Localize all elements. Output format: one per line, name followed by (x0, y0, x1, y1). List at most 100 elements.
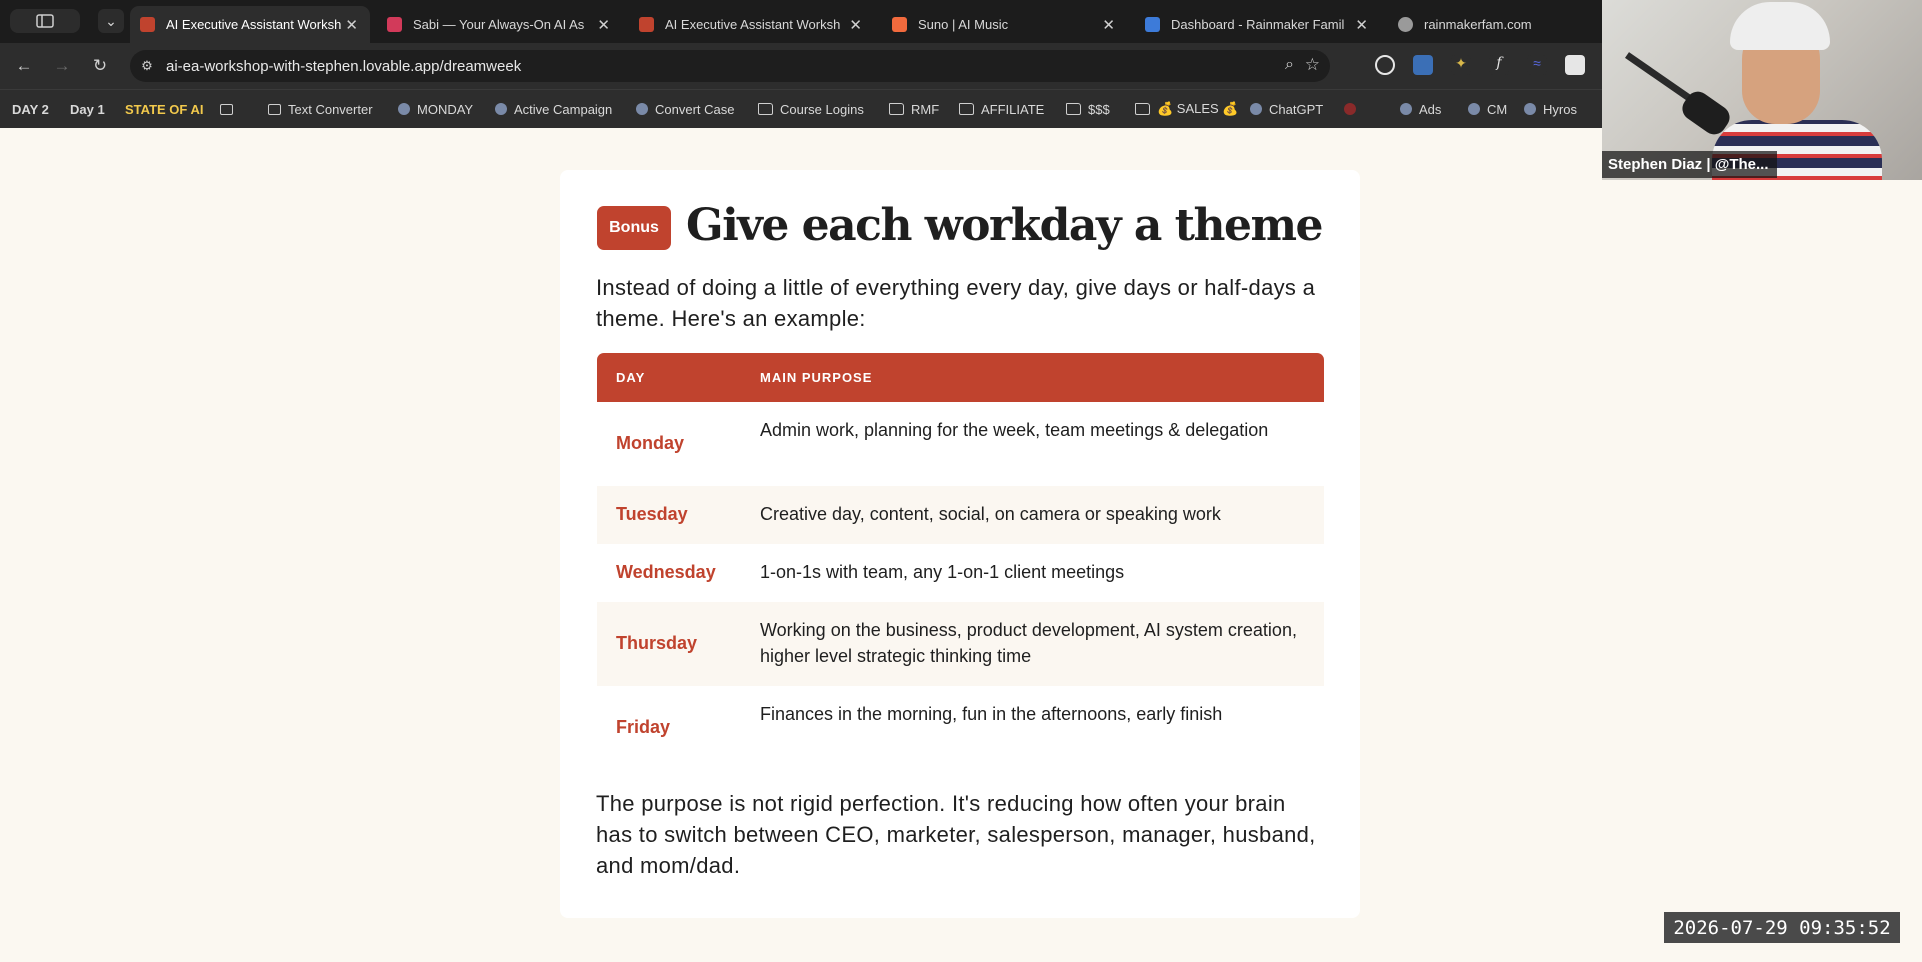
case-icon (636, 103, 648, 115)
zoom-icon[interactable]: ⌕ (1285, 56, 1294, 74)
tab-close-icon[interactable]: ✕ (597, 16, 610, 34)
bookmark-item[interactable]: Ads (1400, 99, 1441, 119)
bookmark-item[interactable]: Hyros (1524, 99, 1577, 119)
arrow-left-icon: ← (15, 56, 33, 75)
bookmark-label: Text Converter (288, 101, 373, 117)
bookmark-label: MONDAY (417, 101, 474, 117)
tab-favicon-icon (892, 17, 907, 32)
folder-icon (889, 103, 904, 115)
chevron-down-icon: ⌄ (105, 12, 117, 29)
tab-favicon-icon (387, 17, 402, 32)
arrow-right-icon: → (53, 56, 71, 75)
purpose-cell: Creative day, content, social, on camera… (760, 504, 1221, 524)
presenter-name: Stephen Diaz | @The... (1608, 156, 1769, 173)
browser-tab[interactable]: rainmakerfam.com (1388, 6, 1598, 43)
tab-favicon-icon (1145, 17, 1160, 32)
purpose-cell: 1-on-1s with team, any 1-on-1 client mee… (760, 562, 1125, 582)
bookmark-item[interactable]: ChatGPT (1250, 99, 1323, 119)
extension-screen-icon[interactable] (1413, 55, 1433, 75)
tab-close-icon[interactable]: ✕ (1355, 16, 1368, 34)
timestamp-overlay: 2026-07-29 09:35:52 (1664, 912, 1900, 943)
column-header-day: DAY (616, 370, 646, 385)
monday-icon (398, 103, 410, 115)
browser-tab[interactable]: AI Executive Assistant Worksh ✕ (130, 6, 370, 43)
bookmark-item[interactable]: Convert Case (636, 99, 734, 119)
url-text[interactable]: ai-ea-workshop-with-stephen.lovable.app/… (166, 58, 521, 75)
bookmark-label: ChatGPT (1269, 101, 1324, 117)
person-cap (1730, 2, 1830, 50)
bonus-badge: Bonus (597, 206, 671, 250)
day-cell: Tuesday (616, 504, 688, 524)
extension-wave-icon[interactable]: ≈ (1527, 55, 1547, 75)
tab-close-icon[interactable]: ✕ (849, 16, 862, 34)
bookmark-label: RMF (911, 101, 940, 117)
tab-title: AI Executive Assistant Worksh (665, 17, 840, 32)
purpose-cell: Working on the business, product develop… (760, 620, 1297, 666)
grid-icon (220, 103, 233, 115)
webcam-overlay: Stephen Diaz | @The... (1602, 0, 1922, 180)
bookmark-item[interactable]: Text Converter (268, 99, 373, 119)
bookmark-item[interactable]: Course Logins (758, 99, 864, 119)
tab-close-icon[interactable]: ✕ (1102, 16, 1115, 34)
bookmark-item[interactable]: $$$ (1066, 99, 1110, 119)
meta-icon (1400, 103, 1412, 115)
browser-tab[interactable]: Dashboard - Rainmaker Famil ✕ (1135, 6, 1380, 43)
tab-close-icon[interactable]: ✕ (345, 16, 358, 34)
bookmark-item[interactable] (220, 99, 240, 119)
address-bar[interactable]: ⚙ ai-ea-workshop-with-stephen.lovable.ap… (130, 50, 1330, 82)
bookmark-item[interactable] (1344, 99, 1363, 119)
table-header: DAY MAIN PURPOSE (597, 353, 1324, 402)
page-title: Give each workday a theme (686, 200, 1324, 251)
cm-icon (1468, 103, 1480, 115)
theme-table: DAY MAIN PURPOSE Monday Admin work, plann… (597, 353, 1324, 770)
reload-button[interactable]: ↻ (89, 55, 111, 77)
day-cell: Thursday (616, 633, 698, 653)
hyros-icon (1524, 103, 1536, 115)
tab-title: Dashboard - Rainmaker Famil (1171, 17, 1345, 32)
browser-tab[interactable]: Sabi — Your Always-On AI As ✕ (377, 6, 622, 43)
extension-puzzle-icon[interactable] (1565, 55, 1585, 75)
table-row: Wednesday 1-on-1s with team, any 1-on-1 c… (597, 544, 1324, 602)
password-extension-icon[interactable] (1375, 55, 1395, 75)
bookmark-label: AFFILIATE (981, 101, 1045, 117)
browser-chrome: ⌄ AI Executive Assistant Worksh ✕ Sabi — Y… (0, 0, 1602, 128)
tab-favicon-icon (140, 17, 155, 32)
tab-title: AI Executive Assistant Worksh (166, 17, 341, 32)
bookmark-label: Ads (1419, 101, 1442, 117)
day-cell: Monday (616, 433, 685, 453)
tab-favicon-icon (1398, 17, 1413, 32)
tab-favicon-icon (639, 17, 654, 32)
tab-search-button[interactable] (10, 9, 80, 33)
intro-paragraph: Instead of doing a little of everything … (596, 275, 1316, 331)
table-row: Thursday Working on the business, product… (597, 602, 1324, 686)
bookmark-item[interactable]: Day 1 (70, 99, 105, 119)
purpose-cell: Finances in the morning, fun in the afte… (760, 704, 1223, 724)
bookmark-item[interactable]: MONDAY (398, 99, 473, 119)
folder-icon (1135, 103, 1150, 115)
bookmark-item[interactable]: STATE OF AI (125, 99, 203, 119)
column-header-purpose: MAIN PURPOSE (760, 370, 873, 385)
forward-button[interactable]: → (51, 55, 73, 77)
table-row: Friday Finances in the morning, fun in th… (597, 686, 1324, 770)
bookmark-item[interactable]: AFFILIATE (959, 99, 1044, 119)
bookmark-item[interactable]: CM (1468, 99, 1507, 119)
sidebar-icon (36, 14, 54, 28)
extension-formula-icon[interactable]: f (1489, 55, 1509, 75)
browser-tab[interactable]: AI Executive Assistant Worksh ✕ (629, 6, 874, 43)
bookmark-item[interactable]: RMF (889, 99, 939, 119)
day-cell: Friday (616, 717, 671, 737)
back-button[interactable]: ← (13, 55, 35, 77)
table-row: Monday Admin work, planning for the week,… (597, 402, 1324, 486)
browser-tab[interactable]: Suno | AI Music ✕ (882, 6, 1127, 43)
bookmark-item[interactable]: DAY 2 (12, 99, 49, 119)
extension-broom-icon[interactable]: ✦ (1451, 55, 1471, 75)
reload-icon: ↻ (92, 56, 108, 75)
site-settings-icon[interactable]: ⚙ (138, 57, 156, 75)
bookmark-label: Day 1 (70, 101, 105, 117)
bookmark-star-icon[interactable]: ☆ (1305, 55, 1320, 75)
bookmark-item[interactable]: Active Campaign (495, 99, 612, 119)
arrow-icon (495, 103, 507, 115)
tab-list-button[interactable]: ⌄ (98, 9, 124, 33)
table-row: Tuesday Creative day, content, social, on… (597, 486, 1324, 544)
bookmark-item[interactable]: 💰 SALES 💰 (1135, 99, 1239, 119)
